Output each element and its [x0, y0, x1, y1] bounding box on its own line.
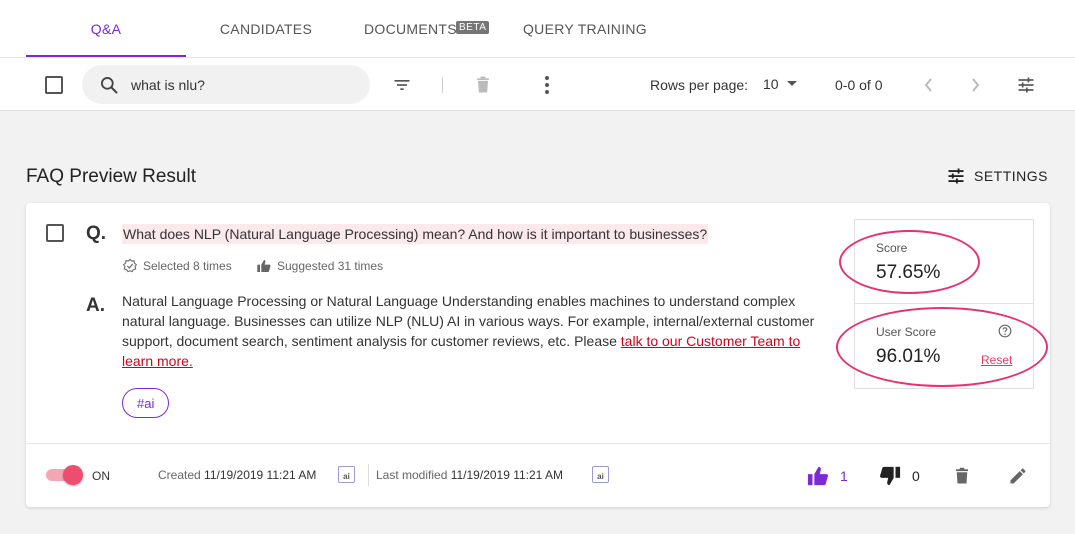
- select-all-checkbox[interactable]: [45, 76, 63, 94]
- faq-checkbox[interactable]: [46, 224, 64, 242]
- suggested-count: Suggested 31 times: [256, 258, 383, 274]
- tune-icon: [948, 168, 964, 184]
- score-divider: [855, 303, 1033, 304]
- score-panel: Score 57.65% User Score 96.01% Reset: [854, 219, 1034, 389]
- tab-bar: Q&A CANDIDATES DOCUMENTS BETA QUERY TRAI…: [0, 0, 1075, 57]
- toolbar-divider: [442, 77, 443, 93]
- selected-count: Selected 8 times: [122, 258, 232, 274]
- search-input[interactable]: [131, 65, 351, 104]
- chevron-down-icon: [786, 81, 797, 86]
- tab-qa[interactable]: Q&A: [26, 0, 186, 57]
- settings-button[interactable]: SETTINGS: [946, 166, 1048, 186]
- modified-label: Last modified: [376, 468, 448, 482]
- dislike-button[interactable]: 0: [878, 465, 920, 487]
- edit-icon[interactable]: [1007, 465, 1029, 487]
- user-score-label: User Score: [876, 325, 937, 339]
- question-text: What does NLP (Natural Language Processi…: [122, 224, 709, 244]
- rows-per-page-select[interactable]: 10: [763, 76, 797, 92]
- filter-icon[interactable]: [391, 74, 413, 96]
- answer-text: Natural Language Processing or Natural L…: [122, 291, 822, 371]
- created-date: 11/19/2019 11:21 AM: [204, 468, 317, 482]
- ai-badge-created: ai: [338, 466, 355, 483]
- active-toggle[interactable]: [46, 465, 83, 485]
- verified-icon: [122, 258, 138, 273]
- rows-per-page-label: Rows per page:: [650, 77, 749, 93]
- suggested-text: Suggested 31 times: [277, 259, 384, 273]
- search-bar: [82, 65, 370, 104]
- modified-info: Last modified 11/19/2019 11:21 AM: [376, 468, 563, 482]
- toolbar: Rows per page: 10 0-0 of 0: [0, 57, 1075, 111]
- created-info: Created 11/19/2019 11:21 AM: [158, 468, 316, 482]
- answer-marker: A.: [86, 295, 105, 316]
- user-score-value: 96.01%: [876, 346, 941, 367]
- like-button[interactable]: 1: [806, 465, 848, 487]
- chevron-left-icon[interactable]: [918, 75, 938, 95]
- modified-date: 11/19/2019 11:21 AM: [450, 468, 564, 482]
- tag-chip[interactable]: #ai: [122, 388, 170, 418]
- score-value: 57.65%: [876, 262, 941, 283]
- reset-link[interactable]: Reset: [981, 353, 1012, 367]
- faq-card: Q. What does NLP (Natural Language Proce…: [26, 203, 1050, 507]
- score-label: Score: [876, 241, 908, 255]
- more-vert-icon[interactable]: [536, 73, 558, 97]
- thumb-down-icon: [880, 466, 901, 486]
- section-title: FAQ Preview Result: [26, 166, 196, 187]
- like-count: 1: [840, 468, 848, 484]
- help-icon[interactable]: [998, 324, 1012, 338]
- tab-candidates[interactable]: CANDIDATES: [200, 0, 332, 57]
- beta-badge: BETA: [456, 21, 490, 34]
- delete-faq-icon[interactable]: [952, 465, 972, 487]
- card-divider: [26, 443, 1050, 444]
- thumb-up-icon: [807, 466, 828, 486]
- pagination-range: 0-0 of 0: [835, 77, 883, 93]
- rows-per-page-value: 10: [763, 76, 779, 92]
- search-icon: [101, 77, 118, 94]
- tab-documents[interactable]: DOCUMENTS: [350, 0, 465, 57]
- created-label: Created: [158, 468, 201, 482]
- question-marker: Q.: [86, 223, 107, 244]
- ai-badge-modified: ai: [592, 466, 609, 483]
- delete-icon[interactable]: [472, 73, 494, 97]
- toggle-label: ON: [92, 469, 110, 483]
- footer-divider: [368, 464, 369, 486]
- tab-query-training[interactable]: QUERY TRAINING: [510, 0, 660, 57]
- selected-text: Selected 8 times: [143, 259, 232, 273]
- dislike-count: 0: [912, 468, 920, 484]
- thumb-up-icon: [257, 260, 271, 272]
- settings-label: SETTINGS: [974, 168, 1049, 184]
- tune-icon[interactable]: [1015, 74, 1037, 96]
- chevron-right-icon[interactable]: [966, 75, 986, 95]
